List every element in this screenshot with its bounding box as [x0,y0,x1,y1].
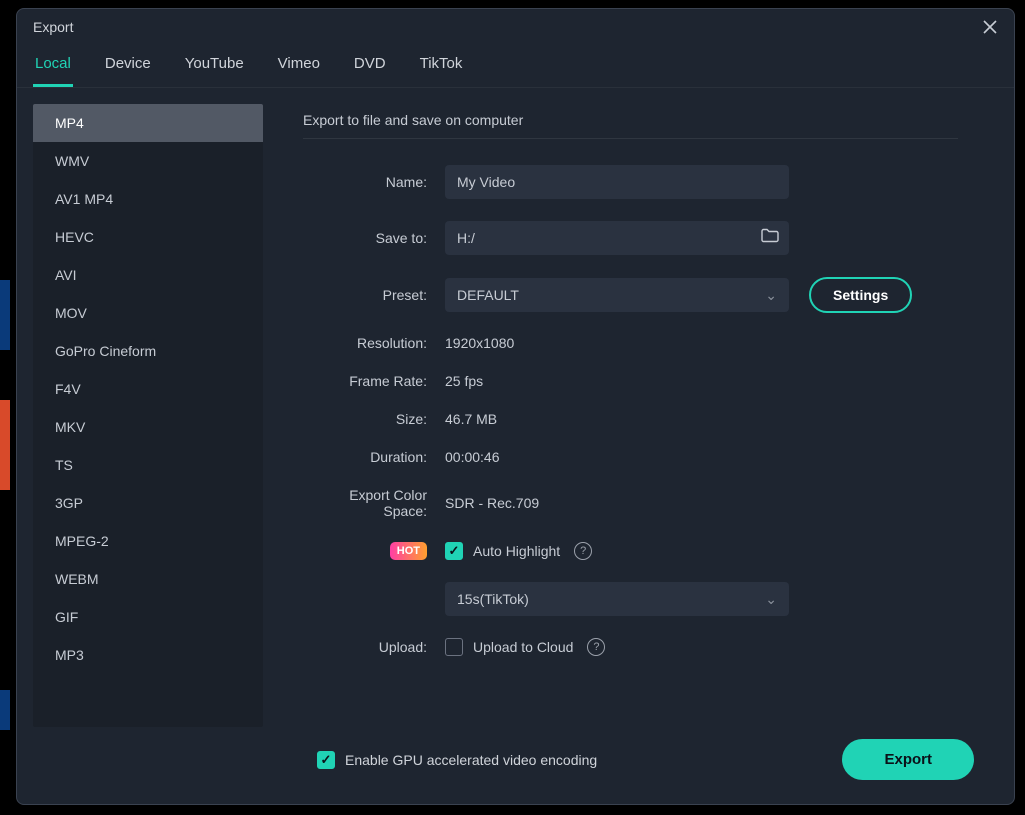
colorspace-value: SDR - Rec.709 [445,495,539,511]
section-title: Export to file and save on computer [303,104,958,139]
settings-button[interactable]: Settings [809,277,912,313]
framerate-value: 25 fps [445,373,483,389]
framerate-label: Frame Rate: [303,373,445,389]
tab-tiktok[interactable]: TikTok [418,45,465,87]
auto-highlight-checkbox[interactable] [445,542,463,560]
tab-local[interactable]: Local [33,45,73,87]
format-f4v[interactable]: F4V [33,370,263,408]
folder-icon [761,229,779,243]
format-mov[interactable]: MOV [33,294,263,332]
duration-value: 00:00:46 [445,449,500,465]
chevron-down-icon: ⌄ [765,591,777,608]
tab-dvd[interactable]: DVD [352,45,388,87]
format-av1mp4[interactable]: AV1 MP4 [33,180,263,218]
format-gif[interactable]: GIF [33,598,263,636]
format-gopro[interactable]: GoPro Cineform [33,332,263,370]
dialog-title: Export [33,19,73,35]
preset-label: Preset: [303,287,445,303]
highlight-preset-value: 15s(TikTok) [457,591,529,607]
close-icon [982,19,998,35]
format-mp4[interactable]: MP4 [33,104,263,142]
chevron-down-icon: ⌄ [765,287,777,304]
duration-label: Duration: [303,449,445,465]
format-wmv[interactable]: WMV [33,142,263,180]
tab-youtube[interactable]: YouTube [183,45,246,87]
tab-device[interactable]: Device [103,45,153,87]
format-mkv[interactable]: MKV [33,408,263,446]
browse-button[interactable] [761,229,779,248]
auto-highlight-label: Auto Highlight [473,543,560,559]
upload-label: Upload: [303,639,445,655]
resolution-label: Resolution: [303,335,445,351]
size-value: 46.7 MB [445,411,497,427]
format-mp3[interactable]: MP3 [33,636,263,674]
close-button[interactable] [982,19,998,35]
format-webm[interactable]: WEBM [33,560,263,598]
name-input[interactable] [445,165,789,199]
gpu-checkbox[interactable] [317,751,335,769]
hot-badge: HOT [390,542,427,560]
help-auto-highlight[interactable]: ? [574,542,592,560]
format-avi[interactable]: AVI [33,256,263,294]
export-button[interactable]: Export [842,739,974,780]
saveto-label: Save to: [303,230,445,246]
format-list: MP4 WMV AV1 MP4 HEVC AVI MOV GoPro Cinef… [33,104,263,727]
help-upload-cloud[interactable]: ? [587,638,605,656]
saveto-input[interactable] [445,221,789,255]
format-3gp[interactable]: 3GP [33,484,263,522]
format-hevc[interactable]: HEVC [33,218,263,256]
size-label: Size: [303,411,445,427]
format-mpeg2[interactable]: MPEG-2 [33,522,263,560]
export-tabs: Local Device YouTube Vimeo DVD TikTok [17,45,1014,88]
preset-select[interactable]: DEFAULT ⌄ [445,278,789,312]
upload-cloud-label: Upload to Cloud [473,639,573,655]
highlight-preset-select[interactable]: 15s(TikTok) ⌄ [445,582,789,616]
gpu-label: Enable GPU accelerated video encoding [345,752,597,768]
preset-value: DEFAULT [457,287,519,303]
resolution-value: 1920x1080 [445,335,514,351]
name-label: Name: [303,174,445,190]
export-dialog: Export Local Device YouTube Vimeo DVD Ti… [16,8,1015,805]
colorspace-label: Export Color Space: [303,487,445,519]
tab-vimeo[interactable]: Vimeo [276,45,322,87]
format-ts[interactable]: TS [33,446,263,484]
upload-cloud-checkbox[interactable] [445,638,463,656]
